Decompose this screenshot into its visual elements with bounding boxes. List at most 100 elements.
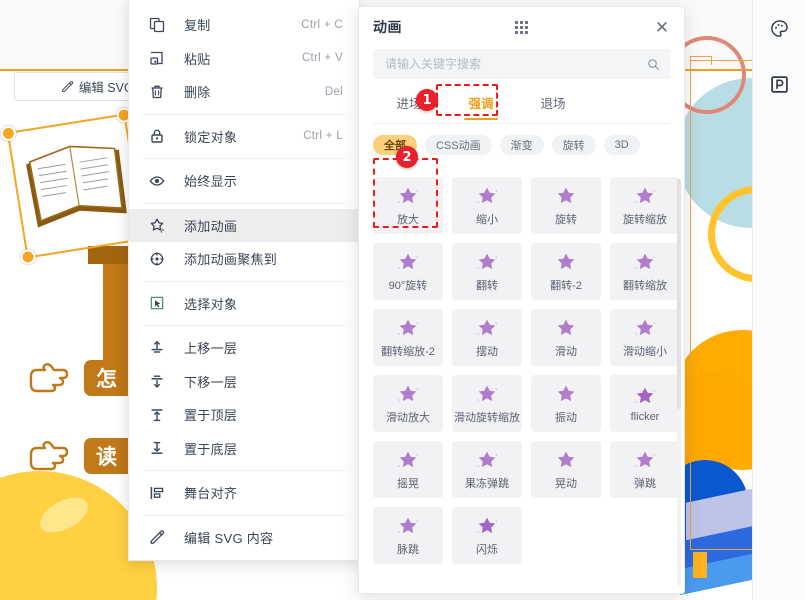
animation-effect-tile[interactable]: 摇晃 [373, 441, 443, 498]
menu-item-select-object[interactable]: 选择对象 [129, 287, 359, 321]
animation-effect-tile[interactable]: 滑动旋转缩放 [452, 375, 522, 432]
search-input[interactable] [383, 56, 647, 72]
trash-icon [147, 82, 166, 101]
animation-effect-tile[interactable]: 放大 [373, 177, 443, 234]
chip-3d[interactable]: 3D [603, 135, 640, 155]
menu-item-add-animation[interactable]: 添加动画 [129, 208, 359, 242]
animation-effect-tile[interactable]: flicker [610, 375, 680, 432]
animation-effect-tile[interactable]: 翻转-2 [531, 243, 601, 300]
menu-item-lock-object[interactable]: 锁定对象 Ctrl + L [129, 120, 359, 154]
annotation-number-2: 2 [396, 146, 418, 168]
animation-effect-tile[interactable]: 缩小 [452, 177, 522, 234]
menu-separator [143, 158, 345, 159]
menu-item-label: 选择对象 [184, 296, 238, 312]
menu-item-label: 添加动画聚焦到 [184, 252, 278, 268]
menu-item-label: 编辑 SVG 内容 [184, 530, 274, 546]
chip-gradient[interactable]: 渐变 [499, 135, 544, 155]
selection-frame[interactable] [0, 106, 153, 266]
palette-icon [771, 19, 788, 37]
resize-handle-bl[interactable] [19, 248, 37, 266]
star-slide-grow-icon [398, 385, 418, 402]
animation-effect-label: 弹跳 [634, 478, 656, 490]
object-marquee [690, 60, 752, 550]
p-badge-icon-button[interactable] [753, 56, 805, 112]
star-blink-icon [477, 517, 497, 534]
menu-item-bring-to-front[interactable]: 置于顶层 [129, 398, 359, 432]
menu-separator [143, 280, 345, 282]
animation-effect-tile[interactable]: 翻转缩放 [610, 243, 680, 300]
pencil-icon [61, 80, 74, 93]
p-badge-icon [771, 75, 788, 93]
star-slide-shrink-icon [635, 319, 655, 336]
menu-item-label: 置于底层 [184, 441, 238, 457]
animation-effects-scroll-area[interactable]: 放大 缩小 旋转 旋转缩放 90°旋转 翻转 翻转-2 翻转缩放翻转缩放-2 摆动 滑动 滑动缩小滑… [359, 173, 684, 593]
search-icon[interactable] [647, 58, 660, 71]
star-zoom-in-icon [398, 187, 418, 204]
tab-emphasis[interactable]: 强调 [445, 85, 517, 123]
grid-dots-icon[interactable] [513, 18, 531, 36]
animation-effect-tile[interactable]: 闪烁 [452, 507, 522, 564]
animation-effect-label: 晃动 [555, 478, 577, 490]
bring-front-icon [147, 405, 166, 424]
move-up-icon [147, 338, 166, 357]
menu-item-always-show[interactable]: 始终显示 [129, 164, 359, 198]
context-menu[interactable]: 复制 Ctrl + C 粘贴 Ctrl + V 删除 Del 锁定对象 Ctrl… [128, 0, 360, 561]
animation-effect-tile[interactable]: 振动 [531, 375, 601, 432]
menu-item-align-to-stage[interactable]: 舞台对齐 [129, 476, 359, 510]
menu-item-move-down[interactable]: 下移一层 [129, 365, 359, 399]
animation-effect-tile[interactable]: 旋转缩放 [610, 177, 680, 234]
animation-effect-tile[interactable]: 90°旋转 [373, 243, 443, 300]
animation-effect-tile[interactable]: 滑动 [531, 309, 601, 366]
menu-item-delete[interactable]: 删除 Del [129, 75, 359, 109]
animation-effect-tile[interactable]: 摆动 [452, 309, 522, 366]
animation-effect-label: 果冻弹跳 [465, 478, 509, 490]
menu-item-shortcut: Del [324, 85, 343, 98]
star-zoom-out-icon [477, 187, 497, 204]
animation-effect-tile[interactable]: 翻转缩放-2 [373, 309, 443, 366]
menu-item-edit-svg-content[interactable]: 编辑 SVG 内容 [129, 521, 359, 555]
menu-item-paste[interactable]: 粘贴 Ctrl + V [129, 42, 359, 76]
pointing-hand-icon [29, 363, 69, 393]
animation-effect-label: 翻转 [476, 280, 498, 292]
annotation-number-1: 1 [416, 89, 438, 111]
copy-icon [147, 15, 166, 34]
menu-separator [143, 325, 345, 326]
menu-item-send-to-back[interactable]: 置于底层 [129, 432, 359, 466]
close-icon[interactable]: ✕ [652, 17, 672, 37]
animation-effect-tile[interactable]: 旋转 [531, 177, 601, 234]
resize-handle-tl[interactable] [0, 124, 18, 143]
menu-item-label: 舞台对齐 [184, 486, 238, 502]
animation-effect-tile[interactable]: 翻转 [452, 243, 522, 300]
animation-effect-tile[interactable]: 脉跳 [373, 507, 443, 564]
tab-exit[interactable]: 退场 [517, 85, 589, 123]
star-slide-rot-icon [477, 385, 497, 402]
chip-rotate[interactable]: 旋转 [551, 135, 596, 155]
menu-item-shortcut: Ctrl + V [301, 52, 343, 65]
animation-effect-tile[interactable]: 滑动放大 [373, 375, 443, 432]
animation-effect-tile[interactable]: 果冻弹跳 [452, 441, 522, 498]
palette-icon-button[interactable] [753, 0, 805, 56]
animation-effects-grid[interactable]: 放大 缩小 旋转 旋转缩放 90°旋转 翻转 翻转-2 翻转缩放翻转缩放-2 摆动 滑动 滑动缩小滑… [359, 173, 684, 578]
pointing-hand-icon [29, 441, 69, 471]
menu-item-add-animation-focus[interactable]: 添加动画聚焦到 [129, 242, 359, 276]
star-shake-icon [398, 451, 418, 468]
animation-effect-label: 翻转缩放-2 [381, 346, 435, 358]
menu-item-move-up[interactable]: 上移一层 [129, 331, 359, 365]
animation-effect-tile[interactable]: 弹跳 [610, 441, 680, 498]
animation-effect-tile[interactable]: 晃动 [531, 441, 601, 498]
menu-item-label: 添加动画 [184, 218, 238, 234]
star-jelly-icon [477, 451, 497, 468]
animation-panel[interactable]: 动画 ✕ 进场 强调 退场 全部 CSS动画 渐变 旋转 3D 放大缩小旋转旋转… [358, 6, 685, 594]
star-bounce-icon [635, 451, 655, 468]
menu-item-copy[interactable]: 复制 Ctrl + C [129, 8, 359, 42]
star-pulse-icon [398, 517, 418, 534]
animation-effect-label: 摇晃 [397, 478, 419, 490]
chip-css-animation[interactable]: CSS动画 [425, 135, 492, 155]
panel-scrollbar-thumb[interactable] [677, 179, 681, 409]
star-flip-scale-icon [635, 253, 655, 270]
animation-search-box[interactable] [373, 49, 670, 79]
animation-effect-tile[interactable]: 滑动缩小 [610, 309, 680, 366]
book-svg-object[interactable] [19, 129, 135, 240]
paste-icon [147, 49, 166, 68]
animation-effect-label: 振动 [555, 412, 577, 424]
